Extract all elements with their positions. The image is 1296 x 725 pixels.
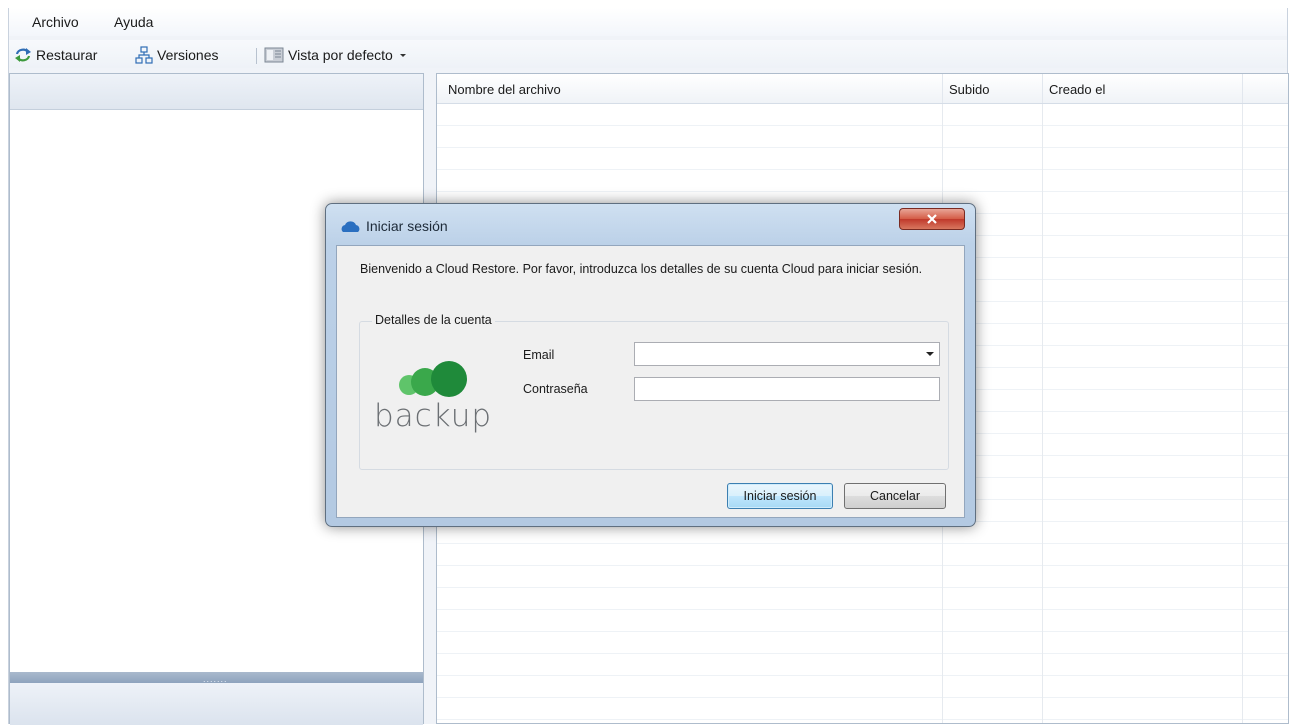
grid-header: Nombre del archivo Subido Creado el (437, 74, 1288, 104)
pane-splitter[interactable]: ....... (10, 672, 423, 684)
email-dropdown-button[interactable] (921, 342, 939, 366)
account-details-group: Detalles de la cuenta backup Email Contr… (359, 313, 949, 470)
chevron-down-icon (926, 352, 934, 356)
login-dialog: Iniciar sesión Bienvenido a Cloud Restor… (325, 203, 976, 527)
view-dropdown[interactable]: Vista por defecto (264, 44, 413, 66)
column-divider[interactable] (1042, 74, 1043, 103)
login-button[interactable]: Iniciar sesión (727, 483, 833, 509)
menu-archivo[interactable]: Archivo (32, 14, 79, 30)
folder-tree-footer (10, 683, 423, 725)
dialog-body: Bienvenido a Cloud Restore. Por favor, i… (336, 245, 965, 518)
password-label: Contraseña (523, 382, 588, 396)
restore-label: Restaurar (36, 47, 98, 63)
chevron-down-icon (399, 54, 406, 57)
welcome-text: Bienvenido a Cloud Restore. Por favor, i… (360, 262, 923, 276)
hierarchy-icon (135, 46, 153, 64)
cloud-icon (341, 221, 360, 232)
column-line (1042, 104, 1043, 723)
close-button[interactable] (899, 208, 965, 230)
password-field[interactable] (634, 377, 940, 401)
column-header-uploaded[interactable]: Subido (949, 82, 989, 97)
toolbar: Restaurar Versiones Vista por defecto (9, 40, 1287, 68)
dialog-title: Iniciar sesión (366, 218, 448, 234)
versions-button[interactable]: Versiones (135, 44, 218, 66)
menu-ayuda[interactable]: Ayuda (114, 14, 153, 30)
cancel-button[interactable]: Cancelar (844, 483, 946, 509)
column-header-filename[interactable]: Nombre del archivo (448, 82, 561, 97)
restore-button[interactable]: Restaurar (14, 44, 97, 66)
logo-text: backup (374, 398, 493, 434)
folder-tree-header (10, 74, 423, 110)
menu-bar: Archivo Ayuda (9, 8, 1287, 36)
group-label: Detalles de la cuenta (372, 313, 495, 327)
email-label: Email (523, 348, 555, 362)
column-header-created[interactable]: Creado el (1049, 82, 1105, 97)
column-line (1242, 104, 1243, 723)
column-divider[interactable] (942, 74, 943, 103)
column-divider[interactable] (1242, 74, 1243, 103)
toolbar-separator (256, 48, 257, 64)
table-view-icon (264, 47, 284, 63)
refresh-icon (15, 48, 31, 62)
close-icon (927, 214, 937, 224)
versions-label: Versiones (157, 47, 219, 63)
view-label: Vista por defecto (288, 47, 393, 63)
backup-logo-icon (399, 361, 467, 397)
email-field[interactable] (634, 342, 940, 366)
